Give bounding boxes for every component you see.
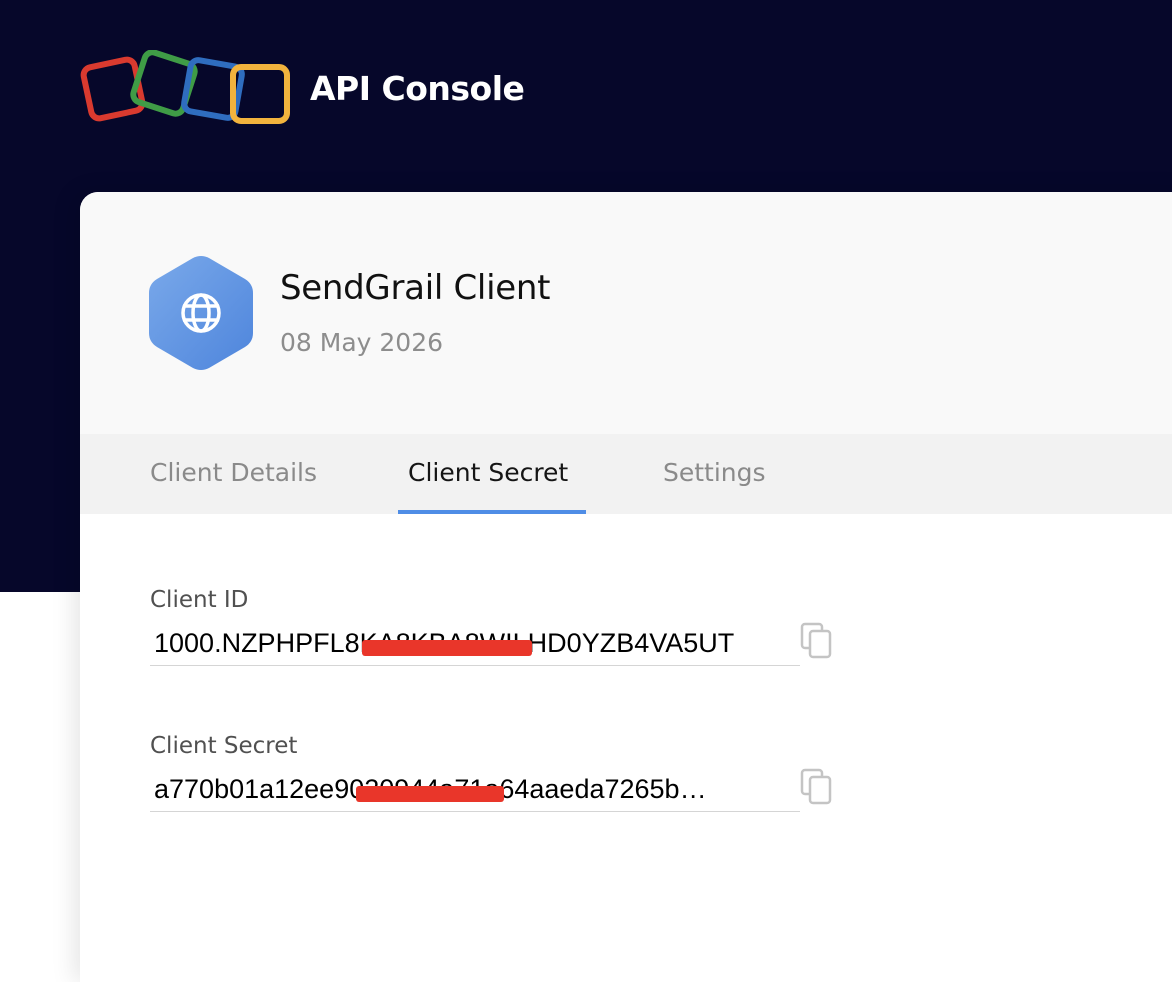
client-header: SendGrail Client 08 May 2026 xyxy=(80,192,1172,434)
tab-settings[interactable]: Settings xyxy=(663,458,766,487)
client-id-label: Client ID xyxy=(150,587,249,613)
client-created-date: 08 May 2026 xyxy=(280,328,444,357)
brand[interactable]: API Console xyxy=(80,50,525,126)
copy-client-id-button[interactable] xyxy=(800,622,834,665)
copy-icon xyxy=(800,768,832,805)
redaction-mark xyxy=(362,640,532,656)
client-card: SendGrail Client 08 May 2026 Client Deta… xyxy=(80,192,1172,982)
globe-icon xyxy=(149,256,253,370)
app-avatar xyxy=(149,255,253,376)
client-secret-label: Client Secret xyxy=(150,733,298,759)
active-tab-indicator xyxy=(398,510,586,514)
copy-client-secret-button[interactable] xyxy=(800,768,834,811)
app-title: API Console xyxy=(310,68,525,108)
tab-client-details[interactable]: Client Details xyxy=(150,458,317,487)
tab-client-secret[interactable]: Client Secret xyxy=(408,458,568,487)
copy-icon xyxy=(800,622,832,659)
zoho-logo xyxy=(80,50,290,124)
redaction-mark xyxy=(356,786,504,802)
tab-bar: Client Details Client Secret Settings xyxy=(80,434,1172,514)
client-name: SendGrail Client xyxy=(280,268,551,308)
